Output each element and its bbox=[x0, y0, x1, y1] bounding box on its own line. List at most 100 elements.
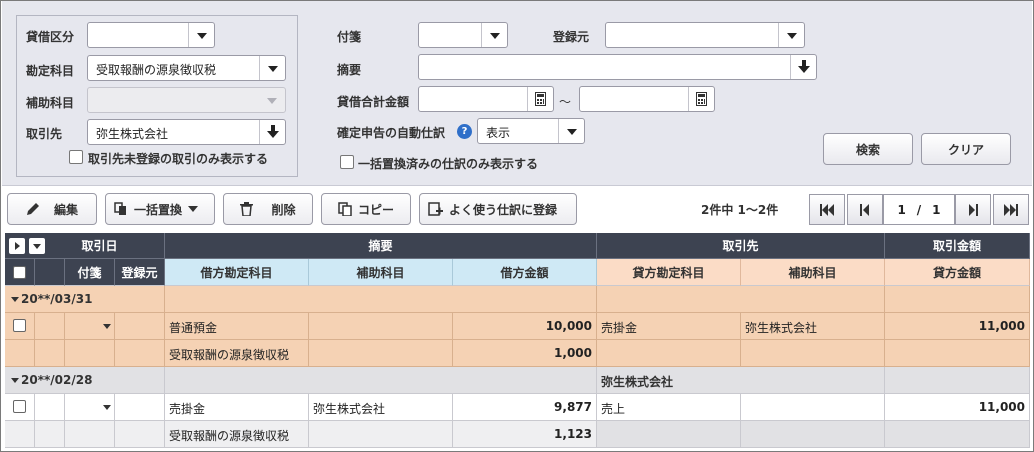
bulk-replace-button[interactable]: 一括置換 bbox=[105, 193, 215, 225]
auto-shiwake-select[interactable]: 表示 bbox=[477, 118, 585, 144]
row-blank-cell bbox=[35, 394, 65, 421]
select-all-checkbox[interactable] bbox=[13, 265, 26, 279]
hojo-kamoku-label: 補助科目 bbox=[26, 96, 75, 110]
credit-amount: 11,000 bbox=[978, 400, 1025, 414]
header-amount[interactable]: 取引金額 bbox=[885, 233, 1030, 259]
header-credit-account[interactable]: 貸方勘定科目 bbox=[597, 259, 741, 286]
calculator-icon[interactable] bbox=[688, 87, 714, 111]
table-cell bbox=[741, 340, 885, 367]
touroku-moto-select[interactable] bbox=[605, 22, 805, 48]
row-blank-cell bbox=[35, 313, 65, 340]
table-cell bbox=[597, 421, 741, 448]
fusen-select[interactable] bbox=[418, 22, 508, 48]
page-number-field[interactable]: 1 / 1 bbox=[883, 194, 955, 225]
collapse-all-icon[interactable] bbox=[29, 238, 45, 254]
copy-icon bbox=[338, 202, 352, 216]
prev-page-button[interactable] bbox=[847, 194, 883, 225]
row-checkbox-cell[interactable] bbox=[5, 313, 35, 340]
credit-sub: 弥生株式会社 bbox=[745, 321, 818, 335]
goukei-label: 貸借合計金額 bbox=[337, 95, 410, 109]
row-checkbox[interactable] bbox=[13, 319, 26, 332]
goukei-from-input[interactable] bbox=[418, 86, 554, 112]
calculator-icon[interactable] bbox=[527, 87, 553, 111]
chevron-down-icon[interactable] bbox=[778, 23, 804, 47]
chevron-down-icon[interactable] bbox=[188, 23, 214, 47]
header-debit-account[interactable]: 借方勘定科目 bbox=[165, 259, 309, 286]
debit-amount: 10,000 bbox=[545, 319, 592, 333]
taishaku-kubun-select[interactable] bbox=[87, 22, 215, 48]
kanjou-kamoku-select[interactable]: 受取報酬の源泉徴収税 bbox=[87, 55, 286, 81]
header-touroku[interactable]: 登録元 bbox=[115, 259, 165, 286]
group-tekiyou bbox=[165, 367, 597, 394]
edit-label: 編集 bbox=[53, 202, 78, 217]
copy-label: コピー bbox=[357, 202, 394, 217]
table-cell: 11,000 bbox=[885, 313, 1030, 340]
clear-button[interactable]: クリア bbox=[921, 133, 1011, 165]
download-arrow-icon[interactable] bbox=[259, 120, 285, 144]
header-date[interactable]: 取引日 bbox=[5, 233, 165, 259]
torihikisaki-select[interactable]: 弥生株式会社 bbox=[87, 119, 286, 145]
header-debit-amount[interactable]: 借方金額 bbox=[453, 259, 597, 286]
row-blank-cell bbox=[35, 421, 65, 448]
row-blank-cell bbox=[35, 340, 65, 367]
header-fusen[interactable]: 付箋 bbox=[65, 259, 115, 286]
bulk-replaced-only-checkbox[interactable] bbox=[340, 155, 354, 169]
table-cell bbox=[309, 313, 453, 340]
copy-button[interactable]: コピー bbox=[321, 193, 411, 225]
header-tekiyou[interactable]: 摘要 bbox=[165, 233, 597, 259]
table-cell: 11,000 bbox=[885, 394, 1030, 421]
hojo-kamoku-select bbox=[87, 87, 286, 113]
header-credit-sub[interactable]: 補助科目 bbox=[741, 259, 885, 286]
table-cell bbox=[309, 340, 453, 367]
chevron-down-icon[interactable] bbox=[103, 324, 111, 329]
pencil-icon bbox=[26, 203, 39, 215]
first-page-button[interactable] bbox=[809, 194, 845, 225]
collapse-group-icon[interactable] bbox=[11, 297, 19, 302]
header-torihikisaki[interactable]: 取引先 bbox=[597, 233, 885, 259]
torihikisaki-value: 弥生株式会社 bbox=[96, 127, 169, 141]
search-button[interactable]: 検索 bbox=[823, 133, 913, 165]
header-debit-sub[interactable]: 補助科目 bbox=[309, 259, 453, 286]
chevron-down-icon[interactable] bbox=[558, 119, 584, 143]
row-blank-cell bbox=[115, 340, 165, 367]
collapse-group-icon[interactable] bbox=[11, 378, 19, 383]
tekiyou-input[interactable] bbox=[418, 54, 817, 80]
edit-button[interactable]: 編集 bbox=[7, 193, 97, 225]
row-blank-cell bbox=[5, 340, 35, 367]
delete-button[interactable]: 削除 bbox=[223, 193, 313, 225]
fusen-cell[interactable] bbox=[65, 313, 115, 340]
table-cell bbox=[885, 421, 1030, 448]
last-page-button[interactable] bbox=[993, 194, 1029, 225]
next-page-button[interactable] bbox=[955, 194, 991, 225]
chevron-down-icon[interactable] bbox=[103, 405, 111, 410]
debit-sub: 弥生株式会社 bbox=[313, 402, 386, 416]
taishaku-kubun-label: 貸借区分 bbox=[26, 30, 75, 44]
register-frequent-button[interactable]: よく使う仕訳に登録 bbox=[419, 193, 577, 225]
row-checkbox[interactable] bbox=[13, 400, 26, 413]
range-separator: ～ bbox=[559, 95, 572, 109]
expand-all-icon[interactable] bbox=[9, 238, 25, 254]
unregistered-only-label: 取引先未登録の取引のみ表示する bbox=[88, 152, 269, 166]
filter-panel: 貸借区分 勘定科目 受取報酬の源泉徴収税 補助科目 取引先 弥生株式会社 取引先… bbox=[2, 1, 1032, 186]
last-page-icon bbox=[1004, 203, 1018, 216]
chevron-down-icon[interactable] bbox=[481, 23, 507, 47]
table-cell: 弥生株式会社 bbox=[309, 394, 453, 421]
help-icon[interactable]: ? bbox=[457, 124, 472, 139]
group-date-row[interactable]: 20**/02/28 bbox=[5, 367, 165, 394]
unregistered-only-checkbox[interactable] bbox=[69, 150, 83, 164]
row-checkbox-cell[interactable] bbox=[5, 394, 35, 421]
header-select-all[interactable] bbox=[5, 259, 35, 286]
debit-account: 売掛金 bbox=[169, 402, 206, 416]
table-cell bbox=[741, 421, 885, 448]
header-credit-amount[interactable]: 貸方金額 bbox=[885, 259, 1030, 286]
journal-search-window: 貸借区分 勘定科目 受取報酬の源泉徴収税 補助科目 取引先 弥生株式会社 取引先… bbox=[0, 0, 1034, 452]
fusen-cell[interactable] bbox=[65, 394, 115, 421]
chevron-down-icon bbox=[259, 88, 285, 112]
goukei-to-input[interactable] bbox=[579, 86, 715, 112]
group-amount bbox=[885, 286, 1030, 313]
group-date-row[interactable]: 20**/03/31 bbox=[5, 286, 165, 313]
prev-page-icon bbox=[860, 203, 869, 216]
download-arrow-icon[interactable] bbox=[790, 55, 816, 79]
chevron-down-icon[interactable] bbox=[259, 56, 285, 80]
delete-label: 削除 bbox=[271, 202, 296, 217]
